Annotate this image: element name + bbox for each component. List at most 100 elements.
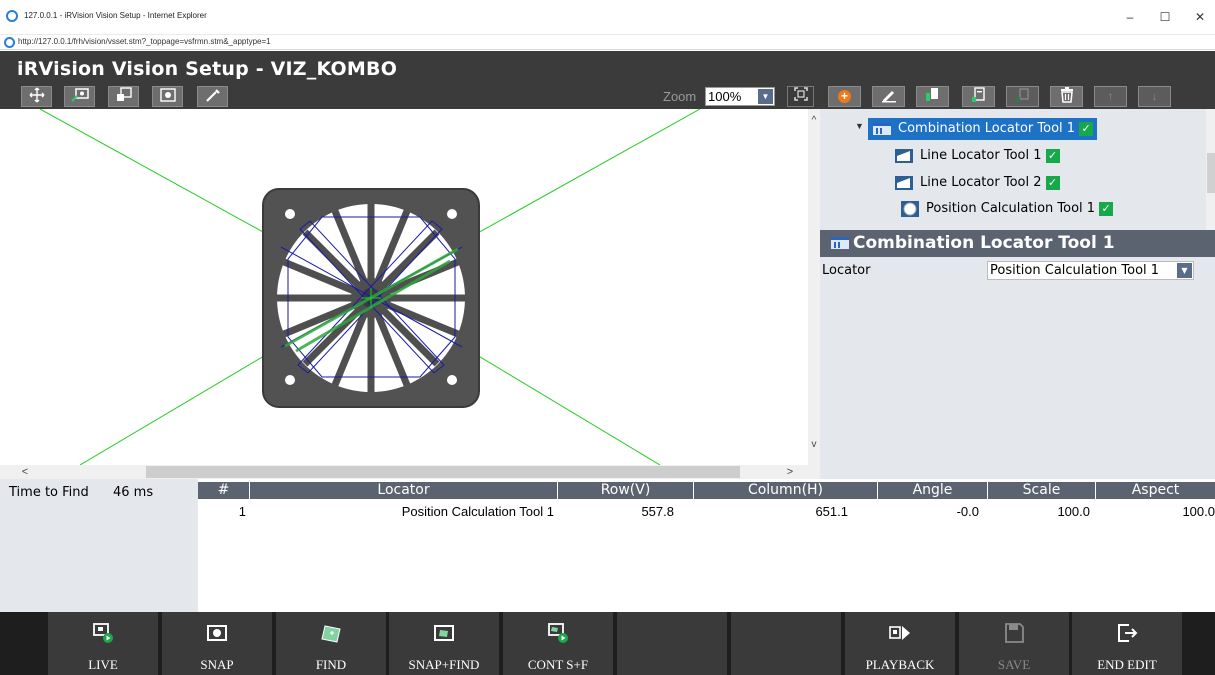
copy-icon[interactable] [962,86,995,107]
checkmark-icon[interactable]: ✓ [1099,201,1114,216]
snap-find-icon [434,625,454,641]
live-button[interactable]: LIVE [48,612,158,675]
time-to-find-panel: Time to Find 46 ms [0,479,198,612]
address-bar[interactable]: http://127.0.0.1/frh/vision/vsset.stm?_t… [0,34,1215,50]
minimize-button[interactable]: – [1115,6,1145,28]
live-camera-icon [93,623,113,643]
insert-icon[interactable] [916,86,949,107]
page-title: iRVision Vision Setup - VIZ_KOMBO [17,58,398,80]
tree-vertical-scrollbar[interactable] [1206,109,1215,230]
tree-item-label: Line Locator Tool 1 [920,148,1042,163]
image-toolbar: Zoom 100% ▼ [0,84,820,109]
cell-aspect: 100.0 [1182,504,1215,519]
move-icon[interactable] [21,86,52,107]
column-header: Column(H) [694,482,878,499]
viewport-vertical-scrollbar[interactable]: ^ v [808,109,820,465]
camera-setup-icon[interactable] [152,86,183,107]
checkmark-icon[interactable]: ✓ [1045,148,1060,163]
checkmark-icon[interactable]: ✓ [1079,121,1094,136]
properties-header: Combination Locator Tool 1 [820,230,1215,257]
move-up-icon[interactable]: ↑ [1094,86,1127,107]
combination-locator-icon [873,122,891,135]
line-locator-icon [895,175,913,190]
snap-find-button[interactable]: SNAP+FIND [389,612,499,675]
scroll-left-icon[interactable]: < [18,465,32,479]
fkey-empty-6 [617,612,727,675]
playback-button[interactable]: PLAYBACK [845,612,955,675]
maximize-button[interactable]: ☐ [1150,6,1180,28]
chevron-down-icon: ▼ [758,89,773,104]
edit-icon[interactable] [872,86,905,107]
scroll-right-icon[interactable]: > [783,465,797,479]
column-header: Locator [250,482,558,499]
paste-icon[interactable] [1006,86,1039,107]
scrollbar-thumb[interactable] [146,466,740,478]
save-icon [1005,623,1024,643]
save-image-icon[interactable] [108,86,139,107]
column-header: Angle [878,482,988,499]
close-button[interactable]: ✕ [1185,6,1215,28]
fkey-label: CONT S+F [527,657,589,672]
tree-item-line-locator-1[interactable]: Line Locator Tool 1 ✓ [894,145,1060,167]
function-key-bar: LIVE SNAP FIND SNAP+FIND CONT S+F PLAYBA… [0,612,1215,675]
zoom-value: 100% [708,89,742,104]
tool-tree: ▼ Combination Locator Tool 1 ✓ Line Locat… [820,109,1206,230]
app-header: iRVision Vision Setup - VIZ_KOMBO [0,51,1215,84]
time-to-find-value: 46 ms [113,485,154,500]
image-viewport[interactable] [0,109,808,465]
page-icon [4,37,15,48]
move-down-icon[interactable]: ↓ [1138,86,1171,107]
fkey-label: LIVE [88,657,118,672]
zoom-label: Zoom [663,89,697,104]
camera-train-icon[interactable] [64,86,95,107]
find-button[interactable]: FIND [276,612,386,675]
chevron-down-icon: ▼ [1177,263,1192,278]
find-icon [321,625,341,643]
cell-num: 1 [238,504,246,519]
delete-icon[interactable] [1050,86,1083,107]
viewport-horizontal-scrollbar[interactable]: < > [0,465,808,479]
results-header: # Locator Row(V) Column(H) Angle Scale A… [198,482,1215,499]
fkey-label: END EDIT [1097,657,1157,672]
url-text[interactable]: http://127.0.0.1/frh/vision/vsset.stm?_t… [18,37,271,46]
snap-camera-icon [207,625,227,641]
tree-item-combination-locator[interactable]: Combination Locator Tool 1 ✓ [868,118,1098,140]
end-edit-button[interactable]: END EDIT [1072,612,1182,675]
exit-icon [1118,624,1138,642]
fit-icon[interactable] [787,86,814,107]
tree-item-label: Line Locator Tool 2 [920,175,1042,190]
zoom-select[interactable]: 100% ▼ [705,87,775,106]
playback-icon [889,626,910,640]
cell-angle: -0.0 [956,504,979,519]
position-calculation-icon [901,200,919,217]
line-locator-icon [895,148,913,163]
fkey-label: FIND [315,657,347,672]
fkey-label: SNAP [200,657,234,672]
fkey-label: SAVE [997,657,1031,672]
cell-row: 557.8 [641,504,674,519]
scroll-up-icon[interactable]: ^ [808,115,820,129]
snap-button[interactable]: SNAP [162,612,272,675]
save-button[interactable]: SAVE [959,612,1069,675]
column-header: Row(V) [558,482,694,499]
locator-select[interactable]: Position Calculation Tool 1 ▼ [987,261,1194,280]
fkey-label: SNAP+FIND [408,657,480,672]
checkmark-icon[interactable]: ✓ [1045,175,1060,190]
tree-item-position-calculation[interactable]: Position Calculation Tool 1 ✓ [900,198,1114,220]
camera-image [39,109,701,465]
cell-scale: 100.0 [1057,504,1090,519]
column-header: Aspect [1131,482,1180,498]
tree-item-label: Combination Locator Tool 1 [898,121,1076,136]
tree-item-line-locator-2[interactable]: Line Locator Tool 2 ✓ [894,172,1060,194]
tree-item-label: Position Calculation Tool 1 [926,201,1096,216]
scrollbar-thumb[interactable] [1207,153,1215,193]
scroll-down-icon[interactable]: v [808,439,820,453]
window-titlebar: 127.0.0.1 - iRVision Vision Setup - Inte… [0,0,1215,34]
cell-column: 651.1 [815,504,848,519]
combination-locator-icon [831,237,849,249]
window-title: 127.0.0.1 - iRVision Vision Setup - Inte… [24,11,207,20]
eyedropper-icon[interactable] [197,86,228,107]
add-icon[interactable]: + [828,86,861,107]
expand-triangle-icon[interactable]: ▼ [855,121,864,131]
cont-snap-find-button[interactable]: CONT S+F [503,612,613,675]
